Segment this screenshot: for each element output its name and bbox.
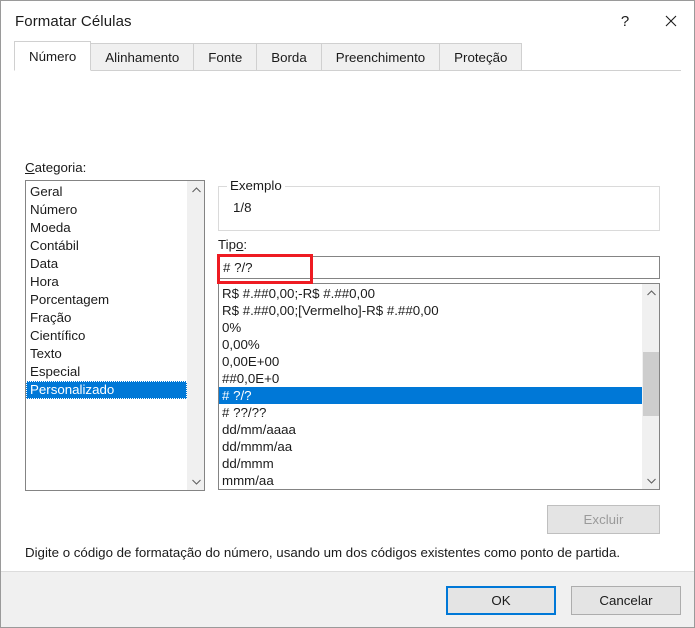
- tab-numero[interactable]: Número: [14, 41, 92, 71]
- type-item-10[interactable]: dd/mmm: [219, 455, 642, 472]
- tab-fonte[interactable]: Fonte: [193, 43, 258, 71]
- category-item-numero[interactable]: Número: [26, 201, 187, 219]
- type-item-4[interactable]: 0,00E+00: [219, 353, 642, 370]
- type-items: R$ #.##0,00;-R$ #.##0,00 R$ #.##0,00;[Ve…: [219, 284, 642, 489]
- delete-button[interactable]: Excluir: [547, 505, 660, 534]
- scroll-up-icon[interactable]: [188, 181, 204, 198]
- category-item-moeda[interactable]: Moeda: [26, 219, 187, 237]
- scroll-up-icon[interactable]: [643, 284, 659, 301]
- category-item-especial[interactable]: Especial: [26, 363, 187, 381]
- help-icon[interactable]: ?: [602, 1, 648, 41]
- category-scrollbar[interactable]: [187, 181, 204, 490]
- category-items: Geral Número Moeda Contábil Data Hora Po…: [26, 181, 187, 490]
- example-value: 1/8: [233, 200, 252, 215]
- scroll-down-icon[interactable]: [643, 472, 659, 489]
- type-item-9[interactable]: dd/mmm/aa: [219, 438, 642, 455]
- type-scrollbar-thumb[interactable]: [643, 352, 659, 416]
- type-listbox[interactable]: R$ #.##0,00;-R$ #.##0,00 R$ #.##0,00;[Ve…: [218, 283, 660, 490]
- dialog-body: Categoria: Geral Número Moeda Contábil D…: [1, 71, 694, 571]
- type-item-3[interactable]: 0,00%: [219, 336, 642, 353]
- category-item-data[interactable]: Data: [26, 255, 187, 273]
- type-scrollbar[interactable]: [642, 284, 659, 489]
- title-bar: Formatar Células ?: [1, 1, 694, 41]
- tab-borda[interactable]: Borda: [256, 43, 322, 71]
- type-input[interactable]: [218, 256, 660, 279]
- category-item-hora[interactable]: Hora: [26, 273, 187, 291]
- type-item-5[interactable]: ##0,0E+0: [219, 370, 642, 387]
- category-item-porcentagem[interactable]: Porcentagem: [26, 291, 187, 309]
- window-controls: ?: [602, 1, 694, 41]
- category-item-contabil[interactable]: Contábil: [26, 237, 187, 255]
- type-item-7[interactable]: # ??/??: [219, 404, 642, 421]
- category-label: Categoria:: [25, 160, 87, 175]
- category-listbox[interactable]: Geral Número Moeda Contábil Data Hora Po…: [25, 180, 205, 491]
- type-item-0[interactable]: R$ #.##0,00;-R$ #.##0,00: [219, 285, 642, 302]
- category-item-cientifico[interactable]: Científico: [26, 327, 187, 345]
- dialog-footer: OK Cancelar: [1, 571, 694, 627]
- type-item-6[interactable]: # ?/?: [219, 387, 642, 404]
- dialog-title: Formatar Células: [15, 12, 132, 30]
- tab-alinhamento[interactable]: Alinhamento: [90, 43, 195, 71]
- format-cells-dialog: Formatar Células ? Número Alinhamento Fo…: [0, 0, 695, 628]
- tab-preenchimento[interactable]: Preenchimento: [320, 43, 441, 71]
- category-item-personalizado[interactable]: Personalizado: [26, 381, 187, 399]
- category-item-fracao[interactable]: Fração: [26, 309, 187, 327]
- tab-protecao[interactable]: Proteção: [439, 43, 523, 71]
- scroll-down-icon[interactable]: [188, 473, 204, 490]
- type-item-8[interactable]: dd/mm/aaaa: [219, 421, 642, 438]
- type-label: Tipo:: [218, 237, 248, 252]
- type-item-1[interactable]: R$ #.##0,00;[Vermelho]-R$ #.##0,00: [219, 302, 642, 319]
- category-item-geral[interactable]: Geral: [26, 183, 187, 201]
- tab-strip: Número Alinhamento Fonte Borda Preenchim…: [1, 41, 694, 71]
- close-icon[interactable]: [648, 1, 694, 41]
- ok-button[interactable]: OK: [446, 586, 556, 615]
- example-legend: Exemplo: [227, 178, 285, 193]
- cancel-button[interactable]: Cancelar: [571, 586, 681, 615]
- category-item-texto[interactable]: Texto: [26, 345, 187, 363]
- type-item-2[interactable]: 0%: [219, 319, 642, 336]
- help-text: Digite o código de formatação do número,…: [25, 545, 621, 560]
- type-item-11[interactable]: mmm/aa: [219, 472, 642, 489]
